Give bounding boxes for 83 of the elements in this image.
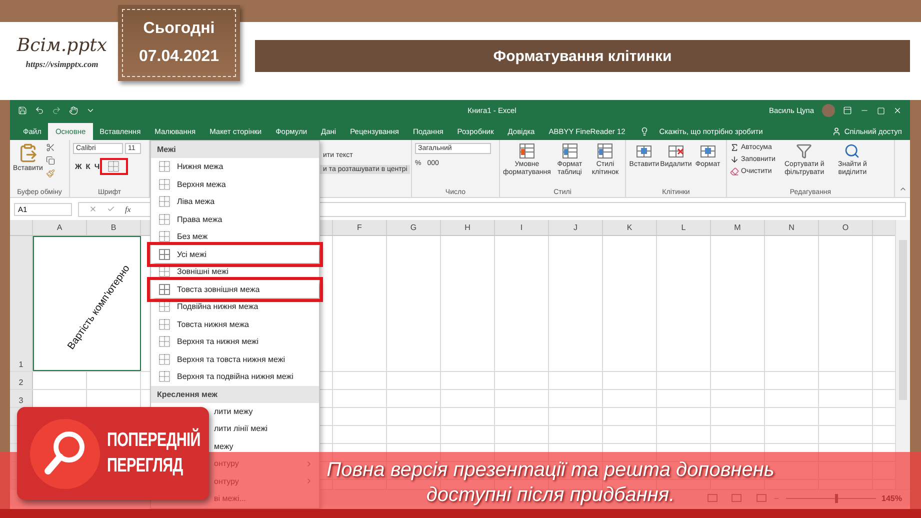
customize-icon[interactable] xyxy=(86,106,95,115)
collapse-ribbon-icon[interactable] xyxy=(898,185,906,193)
cells-icon xyxy=(668,143,684,159)
table-style-icon xyxy=(597,143,614,159)
menu-item[interactable]: Без меж xyxy=(151,228,319,246)
lightbulb-icon xyxy=(640,127,650,136)
menu-item[interactable]: Права межа xyxy=(151,210,319,228)
format-painter-icon[interactable] xyxy=(46,169,55,178)
menu-item[interactable]: Верхня та товста нижня межі xyxy=(151,350,319,368)
cells-icon xyxy=(700,143,716,159)
column-header: L xyxy=(657,220,711,235)
clipboard-icon xyxy=(18,143,38,163)
table-style-icon xyxy=(562,143,578,159)
border-icon xyxy=(159,354,170,365)
cancel-icon xyxy=(89,205,97,213)
menu-item[interactable]: Верхня та подвійна нижня межі xyxy=(151,368,319,386)
menu-item[interactable]: Подвійна нижня межа xyxy=(151,298,319,316)
redo-icon[interactable] xyxy=(52,106,61,115)
filter-icon xyxy=(796,143,812,159)
cells-icon xyxy=(636,143,652,159)
menu-item[interactable]: Нижня межа xyxy=(151,158,319,176)
avatar xyxy=(822,104,835,117)
logo-url: https://vsimpptx.com xyxy=(26,59,98,69)
save-icon[interactable] xyxy=(18,106,27,115)
hand-icon[interactable] xyxy=(69,106,78,115)
column-header: F xyxy=(333,220,387,235)
slide-title: Форматування клітинки xyxy=(493,48,672,64)
border-icon xyxy=(159,161,170,172)
ribbon-display-icon[interactable] xyxy=(843,106,852,115)
sigma-icon xyxy=(730,143,739,152)
close-icon[interactable] xyxy=(893,106,902,115)
row-header: 3 xyxy=(10,390,33,407)
column-header: A xyxy=(33,220,87,235)
date-label: Сьогодні xyxy=(143,20,215,38)
row-header: 2 xyxy=(10,372,33,389)
borders-button[interactable] xyxy=(102,160,126,173)
copy-icon[interactable] xyxy=(46,156,55,165)
border-icon xyxy=(159,231,170,242)
cut-icon[interactable] xyxy=(46,143,55,152)
column-header: N xyxy=(765,220,819,235)
menu-item[interactable]: Верхня межа xyxy=(151,176,319,193)
menu-heading: Креслення меж xyxy=(151,386,319,402)
eraser-icon xyxy=(730,167,739,176)
row-header: 1 xyxy=(10,236,33,371)
border-icon xyxy=(159,336,170,348)
menu-item[interactable]: Верхня та нижня межі xyxy=(151,333,319,350)
table-style-icon xyxy=(518,143,535,159)
zoom-level: 145% xyxy=(882,494,902,502)
menu-item[interactable]: Товста зовнішня межа xyxy=(151,280,319,298)
restore-icon[interactable] xyxy=(877,106,885,114)
menu-heading: Межі xyxy=(151,141,319,158)
column-header: J xyxy=(549,220,603,235)
function-icon: fx xyxy=(125,204,131,214)
border-icon xyxy=(159,266,170,278)
column-header: O xyxy=(819,220,873,235)
column-header: I xyxy=(495,220,549,235)
border-icon xyxy=(108,161,120,172)
border-icon xyxy=(159,248,170,260)
magnifier-icon xyxy=(29,418,101,490)
banner-message: Повна версія презентації та решта доповнень доступні після придбання. xyxy=(326,458,776,508)
search-icon xyxy=(844,143,860,159)
column-header: B xyxy=(87,220,141,235)
column-header: G xyxy=(387,220,441,235)
badge-text: ПЕРЕГЛЯД xyxy=(107,454,184,478)
border-icon xyxy=(159,301,170,312)
menu-item[interactable]: Усі межі xyxy=(151,246,319,263)
logo-text: Всім.pptx xyxy=(16,35,108,56)
border-icon xyxy=(159,178,170,190)
border-icon xyxy=(159,371,170,382)
column-header: H xyxy=(441,220,495,235)
border-icon xyxy=(159,284,170,295)
user-icon xyxy=(832,127,842,136)
enter-icon xyxy=(107,205,115,213)
down-arrow-icon xyxy=(730,155,739,164)
column-header: K xyxy=(603,220,657,235)
menu-item[interactable]: Ліва межа xyxy=(151,193,319,210)
date-text: 07.04.2021 xyxy=(138,48,220,66)
border-icon xyxy=(159,196,170,208)
border-icon xyxy=(159,318,170,330)
undo-icon[interactable] xyxy=(35,106,44,115)
border-icon xyxy=(159,214,170,225)
column-header: M xyxy=(711,220,765,235)
menu-item[interactable]: Товста нижня межа xyxy=(151,316,319,333)
